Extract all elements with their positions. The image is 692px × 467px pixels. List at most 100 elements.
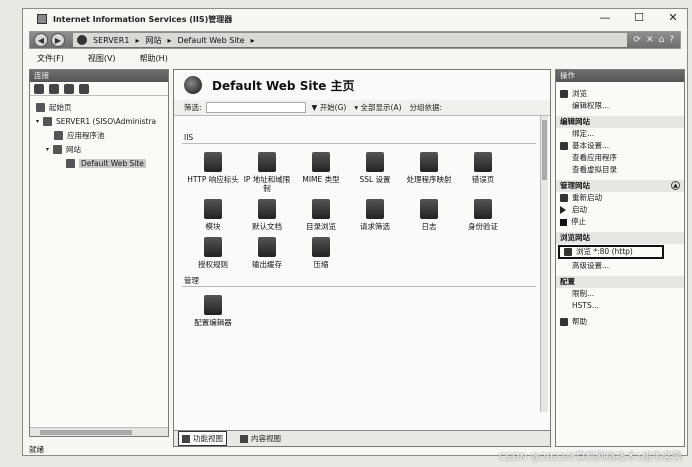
- action-group-title: 配置: [556, 276, 684, 288]
- iis-app-icon: [37, 14, 47, 24]
- tree-item-sites[interactable]: ▾ 网站: [30, 142, 168, 156]
- action-link[interactable]: 停止: [556, 216, 684, 228]
- up-icon[interactable]: [64, 83, 74, 94]
- forward-button[interactable]: ▶: [51, 33, 65, 47]
- feature-item[interactable]: 授权规则: [186, 237, 240, 269]
- breadcrumb-server[interactable]: SERVER1: [93, 36, 129, 45]
- horizontal-scrollbar[interactable]: [30, 427, 168, 436]
- scroll-thumb[interactable]: [40, 430, 132, 435]
- feature-icon: [258, 199, 276, 219]
- show-all-button[interactable]: ▾ 全部显示(A): [354, 102, 401, 113]
- sites-folder-icon: [53, 144, 62, 154]
- feature-item[interactable]: 身份验证: [456, 199, 510, 231]
- feature-item[interactable]: 错误页: [456, 152, 510, 193]
- browse-icon: [564, 248, 572, 256]
- feature-item[interactable]: 目录浏览: [294, 199, 348, 231]
- breadcrumb[interactable]: SERVER1 ▸ 网站 ▸ Default Web Site ▸: [73, 33, 628, 47]
- menu-view[interactable]: 视图(V): [88, 53, 116, 64]
- window-controls: — ☐ ✕: [599, 11, 679, 25]
- feature-icon: [258, 152, 276, 172]
- tree-item-server[interactable]: ▾ SERVER1 (SISO\Administra: [30, 114, 168, 128]
- scroll-thumb[interactable]: [542, 120, 547, 180]
- feature-label: 处理程序映射: [406, 175, 452, 184]
- action-link[interactable]: 启动: [556, 204, 684, 216]
- tree-item-default-web-site[interactable]: Default Web Site: [30, 156, 168, 170]
- feature-label: SSL 设置: [359, 175, 391, 184]
- action-link[interactable]: 高级设置...: [556, 260, 684, 272]
- feature-label: MIME 类型: [302, 175, 340, 184]
- tree-item-app-pools[interactable]: 应用程序池: [30, 128, 168, 142]
- action-link[interactable]: 基本设置...: [556, 140, 684, 152]
- feature-item[interactable]: 模块: [186, 199, 240, 231]
- collapse-icon[interactable]: ▲: [671, 181, 680, 190]
- action-group: 浏览网站 浏览 *:80 (http) 高级设置...: [556, 232, 684, 272]
- watermark-text: CSDN @2023计算机网络技术1班韦茗馨: [498, 452, 682, 463]
- refresh-icon[interactable]: ⟳: [633, 35, 641, 45]
- blank-icon: [560, 166, 568, 174]
- start-page-icon: [36, 102, 45, 112]
- tree-item-start-page[interactable]: 起始页: [30, 100, 168, 114]
- action-group-title: 管理网站 ▲: [556, 180, 684, 192]
- stop-icon[interactable]: ✕: [646, 35, 654, 45]
- feature-item[interactable]: SSL 设置: [348, 152, 402, 193]
- action-link[interactable]: 查看虚拟目录: [556, 164, 684, 176]
- feature-icon: [366, 199, 384, 219]
- feature-item[interactable]: HTTP 响应标头: [186, 152, 240, 193]
- feature-item[interactable]: 压缩: [294, 237, 348, 269]
- help-icon[interactable]: ?: [669, 35, 674, 45]
- start-filter-button[interactable]: ▼ 开始(G): [312, 102, 347, 113]
- save-icon[interactable]: [49, 83, 59, 94]
- vertical-scrollbar[interactable]: [540, 116, 548, 412]
- feature-item[interactable]: IP 地址和域限制: [240, 152, 294, 193]
- action-group: 配置 限制... HSTS...: [556, 276, 684, 312]
- action-link[interactable]: 编辑权限...: [556, 100, 684, 112]
- breadcrumb-site[interactable]: Default Web Site: [177, 36, 244, 45]
- group-by-dropdown[interactable]: 分组依据:: [410, 102, 443, 113]
- blank-icon: [560, 302, 568, 310]
- blank-icon: [560, 262, 568, 270]
- iis-manager-window: Internet Information Services (IIS)管理器 —…: [22, 8, 688, 456]
- menu-help[interactable]: 帮助(H): [140, 53, 168, 64]
- connections-toolbar: [30, 82, 168, 96]
- close-icon[interactable]: ✕: [667, 11, 679, 25]
- action-link[interactable]: 查看应用程序: [556, 152, 684, 164]
- connect-icon[interactable]: [34, 83, 44, 94]
- action-link[interactable]: 浏览: [556, 88, 684, 100]
- feature-label: 默认文档: [252, 222, 282, 231]
- blank-icon: [560, 154, 568, 162]
- filter-input[interactable]: [205, 102, 306, 113]
- feature-icon: [258, 237, 276, 257]
- action-link[interactable]: 限制...: [556, 288, 684, 300]
- features-panel: Default Web Site 主页 筛选: ▼ 开始(G) ▾ 全部显示(A…: [173, 69, 551, 447]
- action-link[interactable]: 绑定...: [556, 128, 684, 140]
- feature-item[interactable]: 日志: [402, 199, 456, 231]
- action-link[interactable]: HSTS...: [556, 300, 684, 312]
- feature-item[interactable]: 处理程序映射: [402, 152, 456, 193]
- maximize-icon[interactable]: ☐: [633, 11, 645, 25]
- disconnect-icon[interactable]: [79, 83, 89, 94]
- breadcrumb-sites[interactable]: 网站: [145, 35, 161, 46]
- tab-content-view[interactable]: 内容视图: [237, 432, 284, 445]
- address-bar: ◀ ▶ SERVER1 ▸ 网站 ▸ Default Web Site ▸ ⟳ ✕ ⌂…: [29, 31, 681, 49]
- minimize-icon[interactable]: —: [599, 11, 611, 25]
- section-management: 管理: [182, 275, 536, 287]
- collapse-icon[interactable]: ▾: [36, 118, 43, 125]
- feature-item[interactable]: 默认文档: [240, 199, 294, 231]
- action-link[interactable]: 浏览 *:80 (http): [558, 245, 664, 259]
- feature-item[interactable]: 输出缓存: [240, 237, 294, 269]
- action-link[interactable]: 帮助: [556, 316, 684, 328]
- tab-features-view[interactable]: 功能视图: [178, 431, 227, 446]
- feature-item[interactable]: MIME 类型: [294, 152, 348, 193]
- website-globe-icon: [184, 76, 202, 94]
- feature-label: 模块: [205, 222, 221, 231]
- home-icon[interactable]: ⌂: [659, 35, 665, 45]
- back-button[interactable]: ◀: [34, 33, 48, 47]
- action-link[interactable]: 重新启动: [556, 192, 684, 204]
- feature-item[interactable]: 配置编辑器: [186, 295, 240, 327]
- collapse-icon[interactable]: ▾: [46, 146, 53, 153]
- features-view-icon: [182, 434, 190, 443]
- feature-icon: [420, 199, 438, 219]
- feature-item[interactable]: 请求筛选: [348, 199, 402, 231]
- menu-file[interactable]: 文件(F): [37, 53, 64, 64]
- feature-label: 压缩: [313, 260, 329, 269]
